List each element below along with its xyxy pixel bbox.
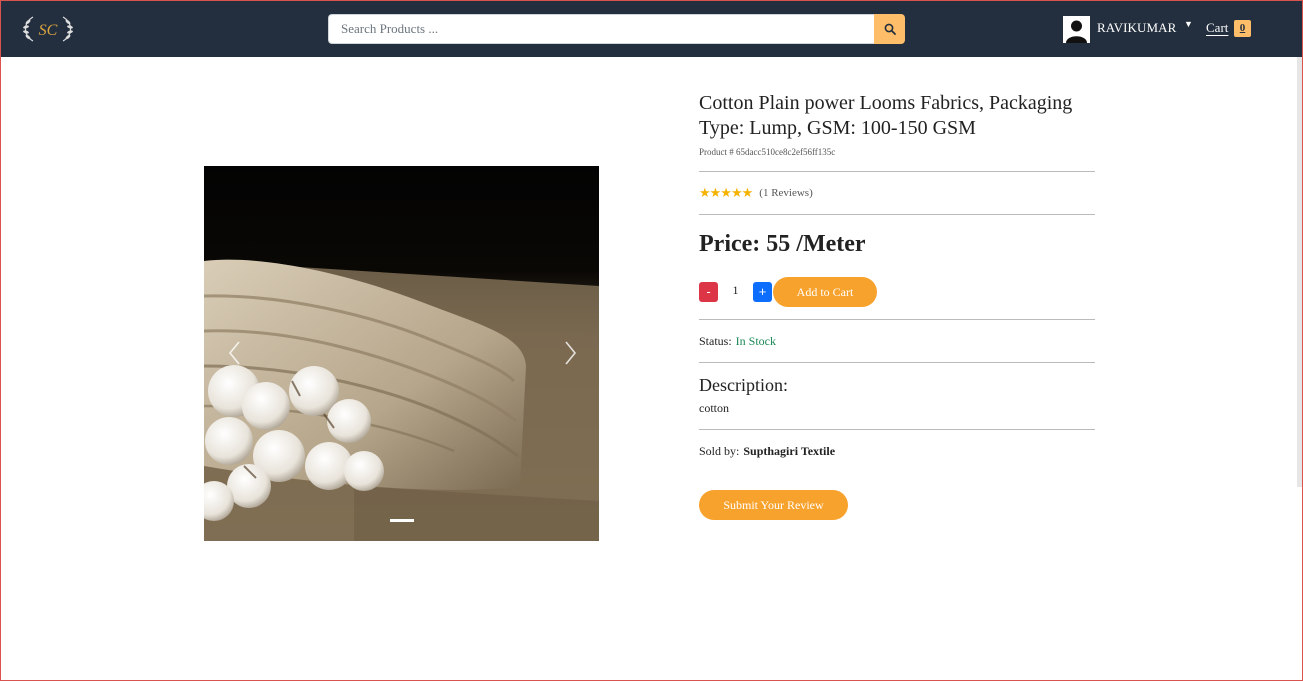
product-details: Cotton Plain power Looms Fabrics, Packag… xyxy=(699,91,1095,520)
chevron-right-icon xyxy=(565,341,577,365)
stock-status: Status: In Stock xyxy=(699,320,1095,362)
add-to-cart-button[interactable]: Add to Cart xyxy=(773,277,877,307)
status-label: Status: xyxy=(699,333,732,348)
product-photo xyxy=(204,166,599,541)
user-icon xyxy=(1063,16,1090,43)
carousel-indicator[interactable] xyxy=(390,519,414,522)
search-input[interactable] xyxy=(328,14,874,44)
quantity-input[interactable] xyxy=(718,279,753,301)
sold-by-label: Sold by: xyxy=(699,443,740,458)
quantity-stepper: - + Add to Cart xyxy=(699,277,1095,307)
chevron-down-icon[interactable]: ▼ xyxy=(1184,19,1193,29)
product-image-carousel xyxy=(204,166,599,541)
chevron-left-icon xyxy=(228,341,240,365)
cart-count-badge: 0 xyxy=(1234,20,1251,37)
rating-stars-icon: ★★★★★ xyxy=(699,185,753,200)
navbar: SC RAVIKUMAR ▼ Cart 0 xyxy=(1,1,1302,57)
page-scrollbar[interactable] xyxy=(1297,57,1302,487)
sold-by: Sold by: Supthagiri Textile xyxy=(699,430,1095,472)
quantity-increase-button[interactable]: + xyxy=(753,282,772,302)
divider xyxy=(699,214,1095,215)
site-logo[interactable]: SC xyxy=(19,13,77,45)
search-bar xyxy=(328,14,905,44)
laurel-logo-icon: SC xyxy=(23,16,73,42)
carousel-next-button[interactable] xyxy=(559,338,581,368)
product-price: Price: 55 /Meter xyxy=(699,231,866,257)
quantity-decrease-button[interactable]: - xyxy=(699,282,718,302)
review-count: (1 Reviews) xyxy=(759,187,813,199)
description-text: cotton xyxy=(699,401,729,415)
submit-review-button[interactable]: Submit Your Review xyxy=(699,490,848,520)
status-value: In Stock xyxy=(735,333,777,348)
carousel-prev-button[interactable] xyxy=(224,338,246,368)
product-rating: ★★★★★ (1 Reviews) xyxy=(699,172,1095,214)
cart-link[interactable]: Cart xyxy=(1206,20,1228,36)
product-id: Product # 65dacc510ce8c2ef56ff135c xyxy=(699,147,836,157)
user-avatar[interactable] xyxy=(1063,16,1090,43)
description-heading: Description: xyxy=(699,375,788,395)
seller-name: Supthagiri Textile xyxy=(743,443,836,458)
search-button[interactable] xyxy=(874,14,905,44)
product-title: Cotton Plain power Looms Fabrics, Packag… xyxy=(699,92,1073,139)
divider xyxy=(699,362,1095,363)
svg-text:SC: SC xyxy=(39,22,58,39)
search-icon xyxy=(884,23,896,35)
username-label[interactable]: RAVIKUMAR xyxy=(1097,20,1176,36)
